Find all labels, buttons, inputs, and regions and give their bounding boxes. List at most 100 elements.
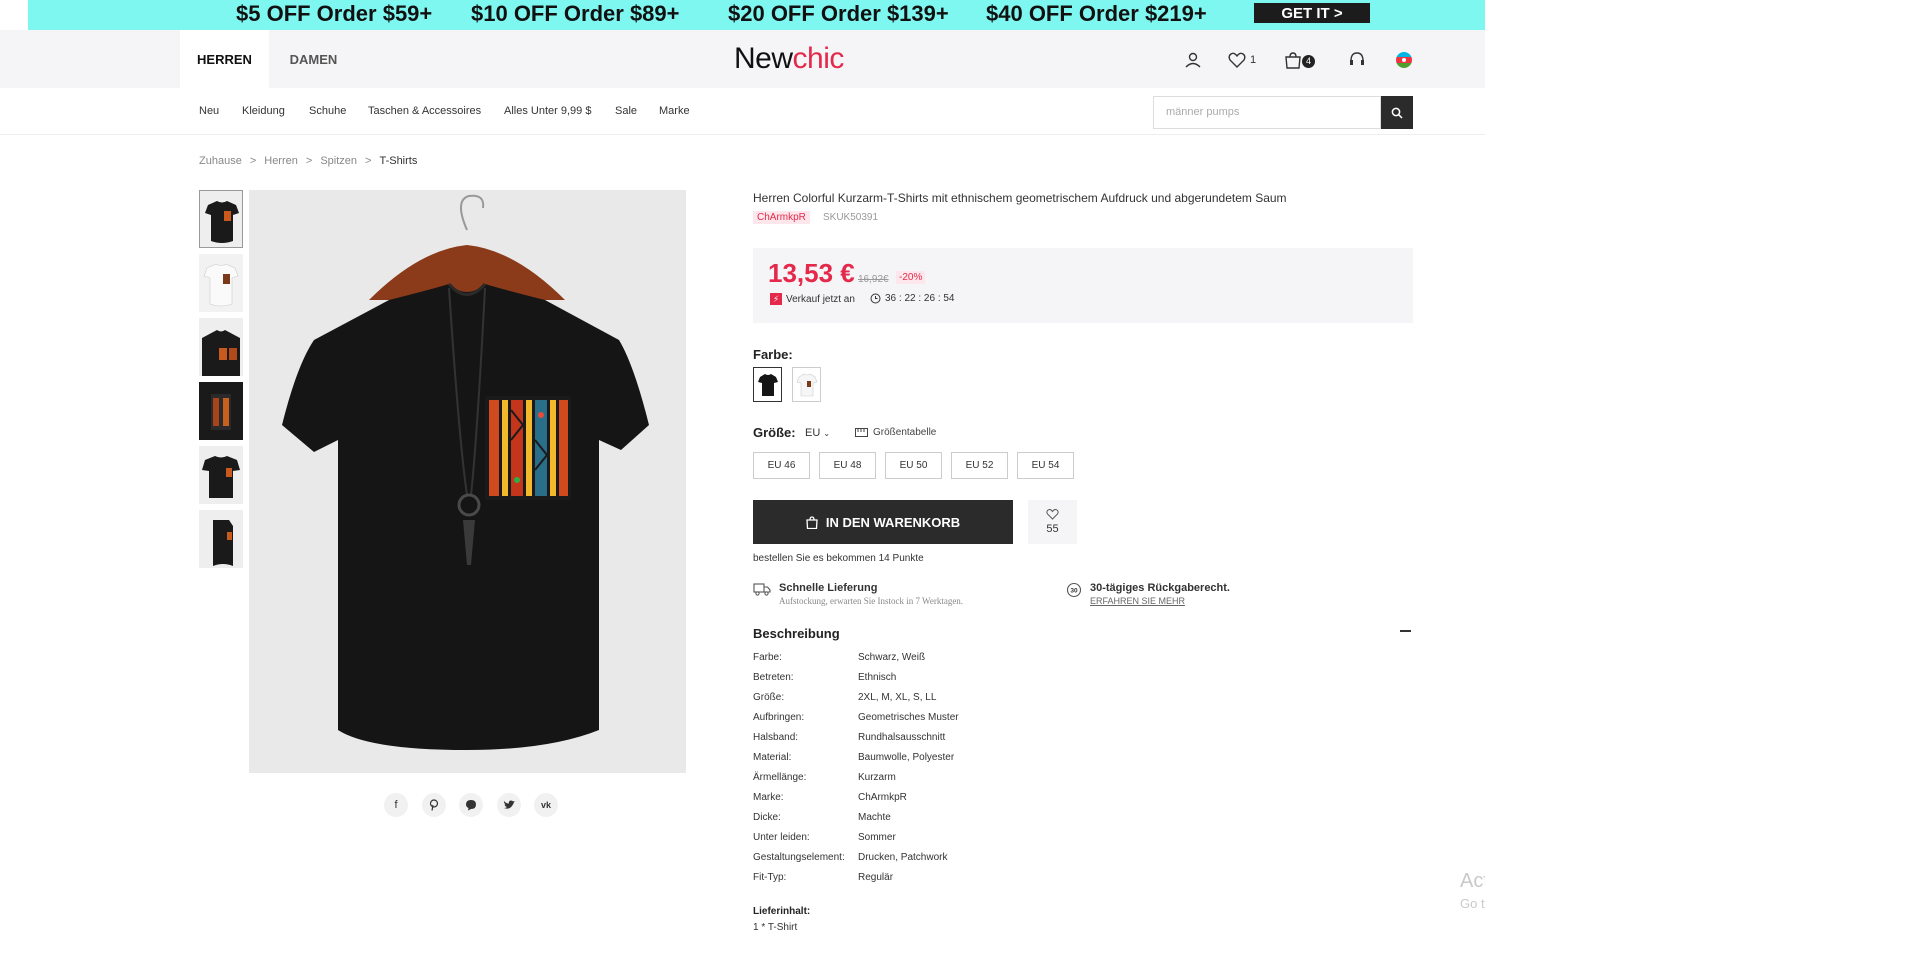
search-button[interactable] <box>1381 96 1413 129</box>
spec-value: Regulär <box>858 872 894 883</box>
nav-item-sale[interactable]: Sale <box>615 105 637 117</box>
country-flag-icon[interactable] <box>1395 49 1413 71</box>
nav-item-taschen[interactable]: Taschen & Accessoires <box>368 105 481 117</box>
return-policy-info: 30 30-tägiges Rückgaberecht. ERFAHREN SI… <box>1066 582 1230 606</box>
spec-value: Ethnisch <box>858 672 897 683</box>
windows-activation-watermark: Act <box>1460 870 1485 892</box>
color-swatch-black[interactable] <box>753 367 782 402</box>
product-thumbnail[interactable] <box>199 510 243 568</box>
size-option[interactable]: EU 54 <box>1017 452 1074 479</box>
breadcrumb-current: T-Shirts <box>379 155 418 167</box>
spec-key: Betreten: <box>753 672 794 683</box>
promo-banner[interactable]: $5 OFF Order $59+ $10 OFF Order $89+ $20… <box>28 0 1485 30</box>
wishlist-button[interactable]: 55 <box>1028 500 1077 544</box>
nav-item-unter-999[interactable]: Alles Unter 9,99 $ <box>504 105 591 117</box>
collapse-icon[interactable] <box>1400 630 1411 632</box>
spec-row: Halsband: Rundhalsausschnitt <box>753 732 945 743</box>
customer-service-icon[interactable] <box>1348 49 1366 71</box>
wishlist-count: 1 <box>1250 54 1257 66</box>
product-thumbnail[interactable] <box>199 382 243 440</box>
size-unit-dropdown[interactable]: EU ⌄ <box>805 427 830 439</box>
spec-key: Größe: <box>753 692 785 703</box>
spec-row: Dicke: Machte <box>753 812 891 823</box>
size-option[interactable]: EU 50 <box>885 452 942 479</box>
original-price: 16,92€ <box>858 274 889 285</box>
spec-key: Farbe: <box>753 652 782 663</box>
spec-row: Aufbringen: Geometrisches Muster <box>753 712 959 723</box>
cart-count-badge: 4 <box>1302 54 1315 68</box>
site-header: HERREN DAMEN Newchic 1 4 <box>0 30 1485 88</box>
color-swatch-white[interactable] <box>792 367 821 402</box>
messenger-share-icon[interactable] <box>459 793 483 817</box>
facebook-share-icon[interactable]: f <box>384 793 408 817</box>
breadcrumb-separator: > <box>365 155 372 167</box>
promo-offer[interactable]: $40 OFF Order $219+ <box>986 1 1207 27</box>
spec-row: Unter leiden: Sommer <box>753 832 896 843</box>
spec-key: Aufbringen: <box>753 712 805 723</box>
spec-value: Schwarz, Weiß <box>858 652 926 663</box>
tab-damen[interactable]: DAMEN <box>269 30 358 88</box>
spec-row: Fit-Typ: Regulär <box>753 872 893 883</box>
current-price: 13,53 € <box>768 258 855 288</box>
logo-chic: chic <box>792 42 845 75</box>
promo-offer[interactable]: $10 OFF Order $89+ <box>471 1 680 27</box>
brand-tag[interactable]: ChArmkpR <box>753 211 810 224</box>
package-content-label: Lieferinhalt: <box>753 906 811 917</box>
product-thumbnail[interactable] <box>199 318 243 376</box>
search-input[interactable]: männer pumps <box>1153 96 1381 129</box>
wishlist-button-count: 55 <box>1046 523 1059 535</box>
breadcrumb-link[interactable]: Zuhause <box>199 155 242 167</box>
size-unit-value: EU <box>805 427 821 439</box>
product-main-image[interactable] <box>249 190 686 773</box>
breadcrumb-link[interactable]: Spitzen <box>320 155 357 167</box>
spec-row: Größe: 2XL, M, XL, S, LL <box>753 692 936 703</box>
product-thumbnail[interactable] <box>199 254 243 312</box>
account-icon[interactable] <box>1184 49 1202 71</box>
delivery-subtext: Aufstockung, erwarten Sie Instock in 7 W… <box>779 596 964 606</box>
spec-key: Halsband: <box>753 732 799 743</box>
spec-row: Material: Baumwolle, Polyester <box>753 752 954 763</box>
nav-item-neu[interactable]: Neu <box>199 105 219 117</box>
cart-icon[interactable]: 4 <box>1284 49 1315 71</box>
search-icon <box>1391 107 1403 119</box>
spec-row: Marke: ChArmkpR <box>753 792 907 803</box>
chevron-down-icon: ⌄ <box>823 429 831 438</box>
twitter-share-icon[interactable] <box>497 793 521 817</box>
promo-offer[interactable]: $20 OFF Order $139+ <box>728 1 949 27</box>
nav-item-kleidung[interactable]: Kleidung <box>242 105 285 117</box>
nav-item-schuhe[interactable]: Schuhe <box>309 105 346 117</box>
size-option[interactable]: EU 48 <box>819 452 876 479</box>
size-option[interactable]: EU 46 <box>753 452 810 479</box>
promo-get-it-button[interactable]: GET IT > <box>1254 3 1370 23</box>
return-learn-more-link[interactable]: ERFAHREN SIE MEHR <box>1090 596 1230 606</box>
spec-row: Ärmellänge: Kurzarm <box>753 772 896 783</box>
size-option[interactable]: EU 52 <box>951 452 1008 479</box>
nav-item-marke[interactable]: Marke <box>659 105 690 117</box>
add-to-cart-button[interactable]: IN DEN WARENKORB <box>753 500 1013 544</box>
spec-key: Marke: <box>753 792 784 803</box>
wishlist-icon[interactable]: 1 <box>1228 49 1256 71</box>
breadcrumb-separator: > <box>305 155 313 167</box>
product-thumbnail[interactable] <box>199 446 243 504</box>
flash-sale-label: ⚡ Verkauf jetzt an <box>770 293 855 305</box>
spec-value: Drucken, Patchwork <box>858 852 948 863</box>
size-chart-link[interactable]: Größentabelle <box>855 427 936 438</box>
vk-share-icon[interactable]: vk <box>534 793 558 817</box>
price-box: 13,53 € 16,92€ -20% ⚡ Verkauf jetzt an 3… <box>753 248 1413 323</box>
tab-herren[interactable]: HERREN <box>180 30 269 88</box>
color-label: Farbe: <box>753 347 793 362</box>
spec-value: Rundhalsausschnitt <box>858 732 946 743</box>
pinterest-share-icon[interactable] <box>422 793 446 817</box>
spec-row: Betreten: Ethnisch <box>753 672 896 683</box>
spec-key: Dicke: <box>753 812 781 823</box>
promo-offer[interactable]: $5 OFF Order $59+ <box>236 1 432 27</box>
reward-points-note: bestellen Sie es bekommen 14 Punkte <box>753 553 924 564</box>
description-heading[interactable]: Beschreibung <box>753 626 840 641</box>
spec-key: Ärmellänge: <box>753 772 807 783</box>
browser-viewport: $5 OFF Order $59+ $10 OFF Order $89+ $20… <box>0 0 1485 958</box>
product-thumbnail[interactable] <box>199 190 243 248</box>
breadcrumb-link[interactable]: Herren <box>264 155 298 167</box>
site-logo[interactable]: Newchic <box>734 42 844 76</box>
delivery-title: Schnelle Lieferung <box>779 582 878 594</box>
countdown-value: 36 : 22 : 26 : 54 <box>885 293 955 304</box>
